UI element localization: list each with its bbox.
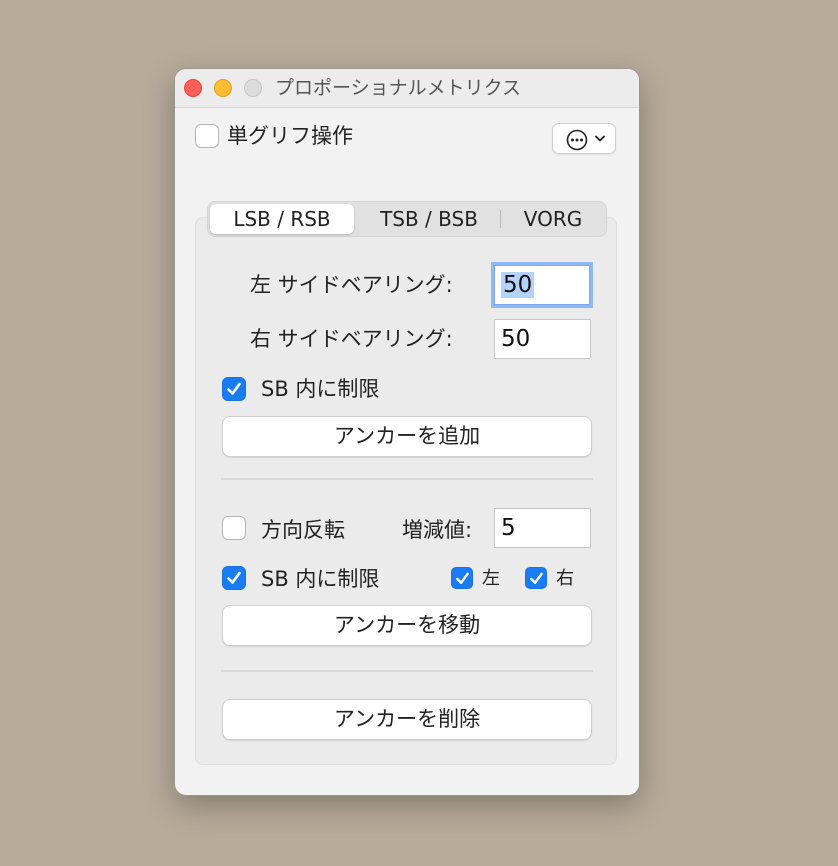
close-window-button[interactable] <box>184 79 202 97</box>
right-checkbox-label: 右 <box>556 568 574 589</box>
increment-value: 5 <box>501 515 516 541</box>
minimize-window-button[interactable] <box>214 79 232 97</box>
section-separator <box>221 478 593 480</box>
left-checkbox-label: 左 <box>482 568 500 589</box>
rsb-input[interactable]: 50 <box>494 319 591 359</box>
tab-divider <box>500 210 501 228</box>
window-title: プロポーショナルメトリクス <box>275 77 522 99</box>
proportional-metrics-window: プロポーショナルメトリクス 単グリフ操作 LSB / RSB TSB / BSB… <box>174 68 640 796</box>
move-anchor-button[interactable]: アンカーを移動 <box>222 605 592 646</box>
move-limit-sb-label: SB 内に制限 <box>261 567 380 591</box>
tab-lsb-rsb[interactable]: LSB / RSB <box>210 204 354 234</box>
chevron-down-icon <box>595 135 605 142</box>
delete-anchor-button[interactable]: アンカーを削除 <box>222 699 592 740</box>
checkmark-icon <box>456 572 469 584</box>
tab-tsb-bsb[interactable]: TSB / BSB <box>358 204 500 234</box>
options-menu-button[interactable] <box>552 123 616 154</box>
lsb-input[interactable]: 50 <box>494 265 590 305</box>
reverse-direction-checkbox[interactable] <box>222 516 246 540</box>
limit-sb-label: SB 内に制限 <box>261 377 380 401</box>
tab-vorg[interactable]: VORG <box>502 204 604 234</box>
section-separator <box>221 670 593 672</box>
checkmark-icon <box>530 572 543 584</box>
single-glyph-checkbox[interactable] <box>195 124 219 148</box>
lsb-value: 50 <box>501 272 535 298</box>
ellipsis-circle-icon <box>566 129 588 151</box>
move-limit-sb-checkbox[interactable] <box>222 566 246 590</box>
rsb-label: 右 サイドベアリング: <box>250 327 453 351</box>
limit-sb-checkbox[interactable] <box>222 377 246 401</box>
left-checkbox[interactable] <box>451 567 473 589</box>
increment-label: 増減値: <box>402 518 473 542</box>
tab-segmented-control: LSB / RSB TSB / BSB VORG <box>207 201 607 237</box>
add-anchor-button[interactable]: アンカーを追加 <box>222 416 592 457</box>
checkmark-icon <box>227 571 241 584</box>
reverse-direction-label: 方向反転 <box>261 518 345 542</box>
right-checkbox[interactable] <box>525 567 547 589</box>
zoom-window-button <box>244 79 262 97</box>
title-bar[interactable]: プロポーショナルメトリクス <box>175 69 639 108</box>
rsb-value: 50 <box>501 326 531 352</box>
checkmark-icon <box>227 382 241 395</box>
lsb-label: 左 サイドベアリング: <box>250 273 453 297</box>
single-glyph-label: 単グリフ操作 <box>227 124 353 148</box>
increment-input[interactable]: 5 <box>494 508 591 548</box>
